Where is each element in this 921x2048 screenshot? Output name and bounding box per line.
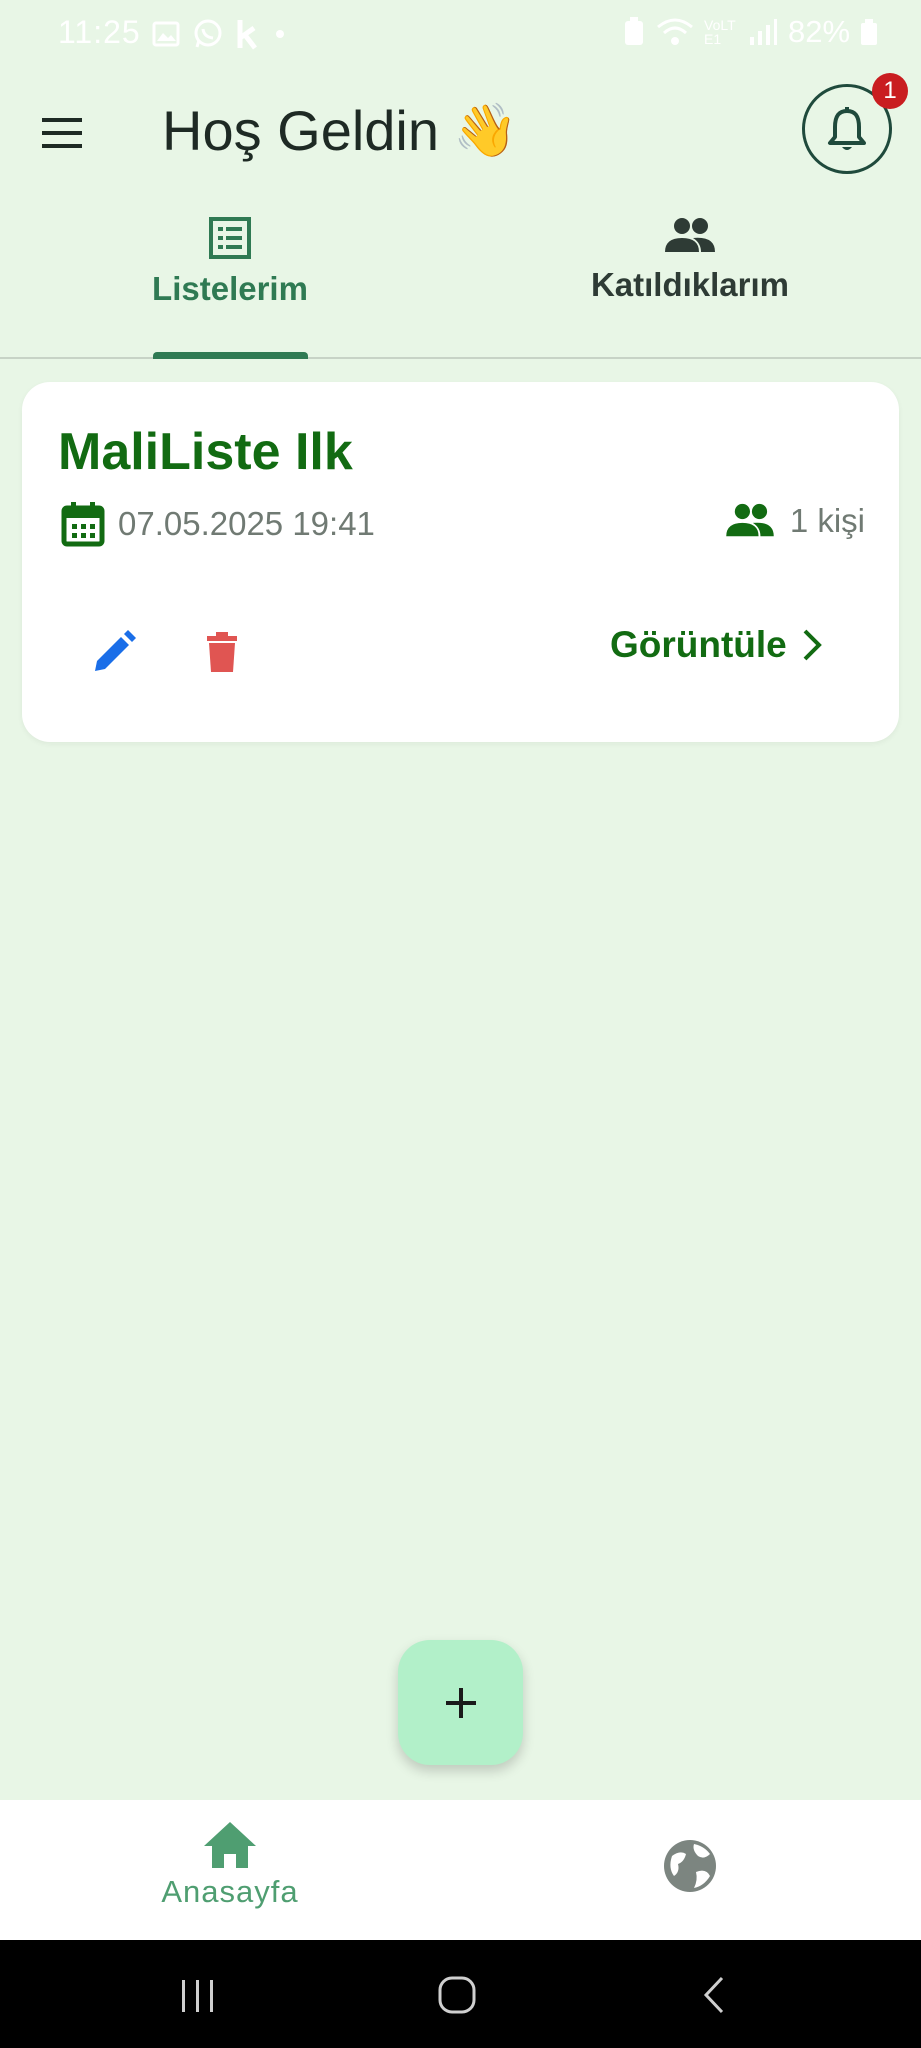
add-list-button[interactable] (398, 1640, 523, 1765)
nav-home-label: Anasayfa (161, 1874, 299, 1909)
gallery-icon (152, 21, 180, 47)
people-icon (726, 503, 774, 537)
list-icon (209, 217, 251, 259)
plus-icon (445, 1687, 476, 1718)
hamburger-icon (42, 118, 82, 148)
calendar-icon (61, 502, 105, 547)
recent-apps-button[interactable] (178, 1976, 218, 2021)
page-title-text: Hoş Geldin (162, 99, 440, 162)
status-system-icons: VoLTE1 82% (622, 14, 878, 50)
signal-icon (750, 19, 777, 45)
battery-icon (861, 19, 878, 45)
pencil-icon (95, 630, 136, 671)
globe-icon (664, 1840, 716, 1892)
view-button[interactable]: Görüntüle (610, 624, 825, 666)
battery-percent: 82% (788, 14, 851, 49)
menu-button[interactable] (36, 106, 90, 160)
waving-hand-icon: 👋 (453, 102, 518, 160)
system-navigation-bar (0, 1940, 921, 2048)
nav-home[interactable]: Anasayfa (130, 1820, 330, 1910)
recent-apps-icon (182, 1980, 213, 2012)
list-card-people-row: 1 kişi (724, 502, 865, 540)
status-notification-icons (152, 18, 288, 50)
page-title: Hoş Geldin 👋 (162, 98, 518, 163)
tab-divider (0, 357, 921, 359)
bell-icon (828, 107, 866, 150)
home-icon (204, 1822, 256, 1868)
system-home-button[interactable] (436, 1974, 478, 2021)
back-icon (703, 1976, 724, 2014)
delete-button[interactable] (192, 622, 252, 682)
chevron-right-icon (803, 629, 822, 661)
list-card-member-count: 1 kişi (789, 502, 865, 539)
list-card-date-row: 07.05.2025 19:41 (60, 500, 375, 548)
active-tab-indicator (153, 352, 308, 359)
home-circle-icon (438, 1976, 476, 2014)
list-card-date: 07.05.2025 19:41 (118, 505, 375, 542)
bottom-navigation: Anasayfa (0, 1800, 921, 1940)
battery-saver-icon (625, 17, 643, 45)
volte-label: VoLTE1 (704, 17, 736, 47)
k-app-icon (237, 20, 257, 50)
edit-button[interactable] (84, 622, 144, 682)
view-button-label: Görüntüle (610, 624, 787, 665)
tab-katildiklarim-label: Katıldıklarım (590, 266, 790, 303)
tab-katildiklarim[interactable]: Katıldıklarım (540, 216, 840, 356)
list-card[interactable]: MaliListe Ilk 07.05.2025 19:41 1 kişi Gö… (22, 382, 899, 742)
whatsapp-icon (194, 19, 222, 48)
list-card-title: MaliListe Ilk (58, 423, 353, 481)
status-bar: 11:25 VoLTE1 82% (0, 0, 921, 70)
tab-listelerim-label: Listelerim (152, 270, 308, 307)
tab-listelerim[interactable]: Listelerim (80, 216, 380, 356)
nav-explore[interactable] (660, 1836, 720, 1896)
wifi-icon (657, 18, 693, 45)
notification-badge: 1 (872, 73, 908, 109)
trash-icon (207, 632, 237, 672)
dot-icon (276, 30, 284, 38)
group-icon (665, 218, 715, 252)
status-time: 11:25 (58, 14, 141, 50)
system-back-button[interactable] (700, 1974, 730, 2021)
